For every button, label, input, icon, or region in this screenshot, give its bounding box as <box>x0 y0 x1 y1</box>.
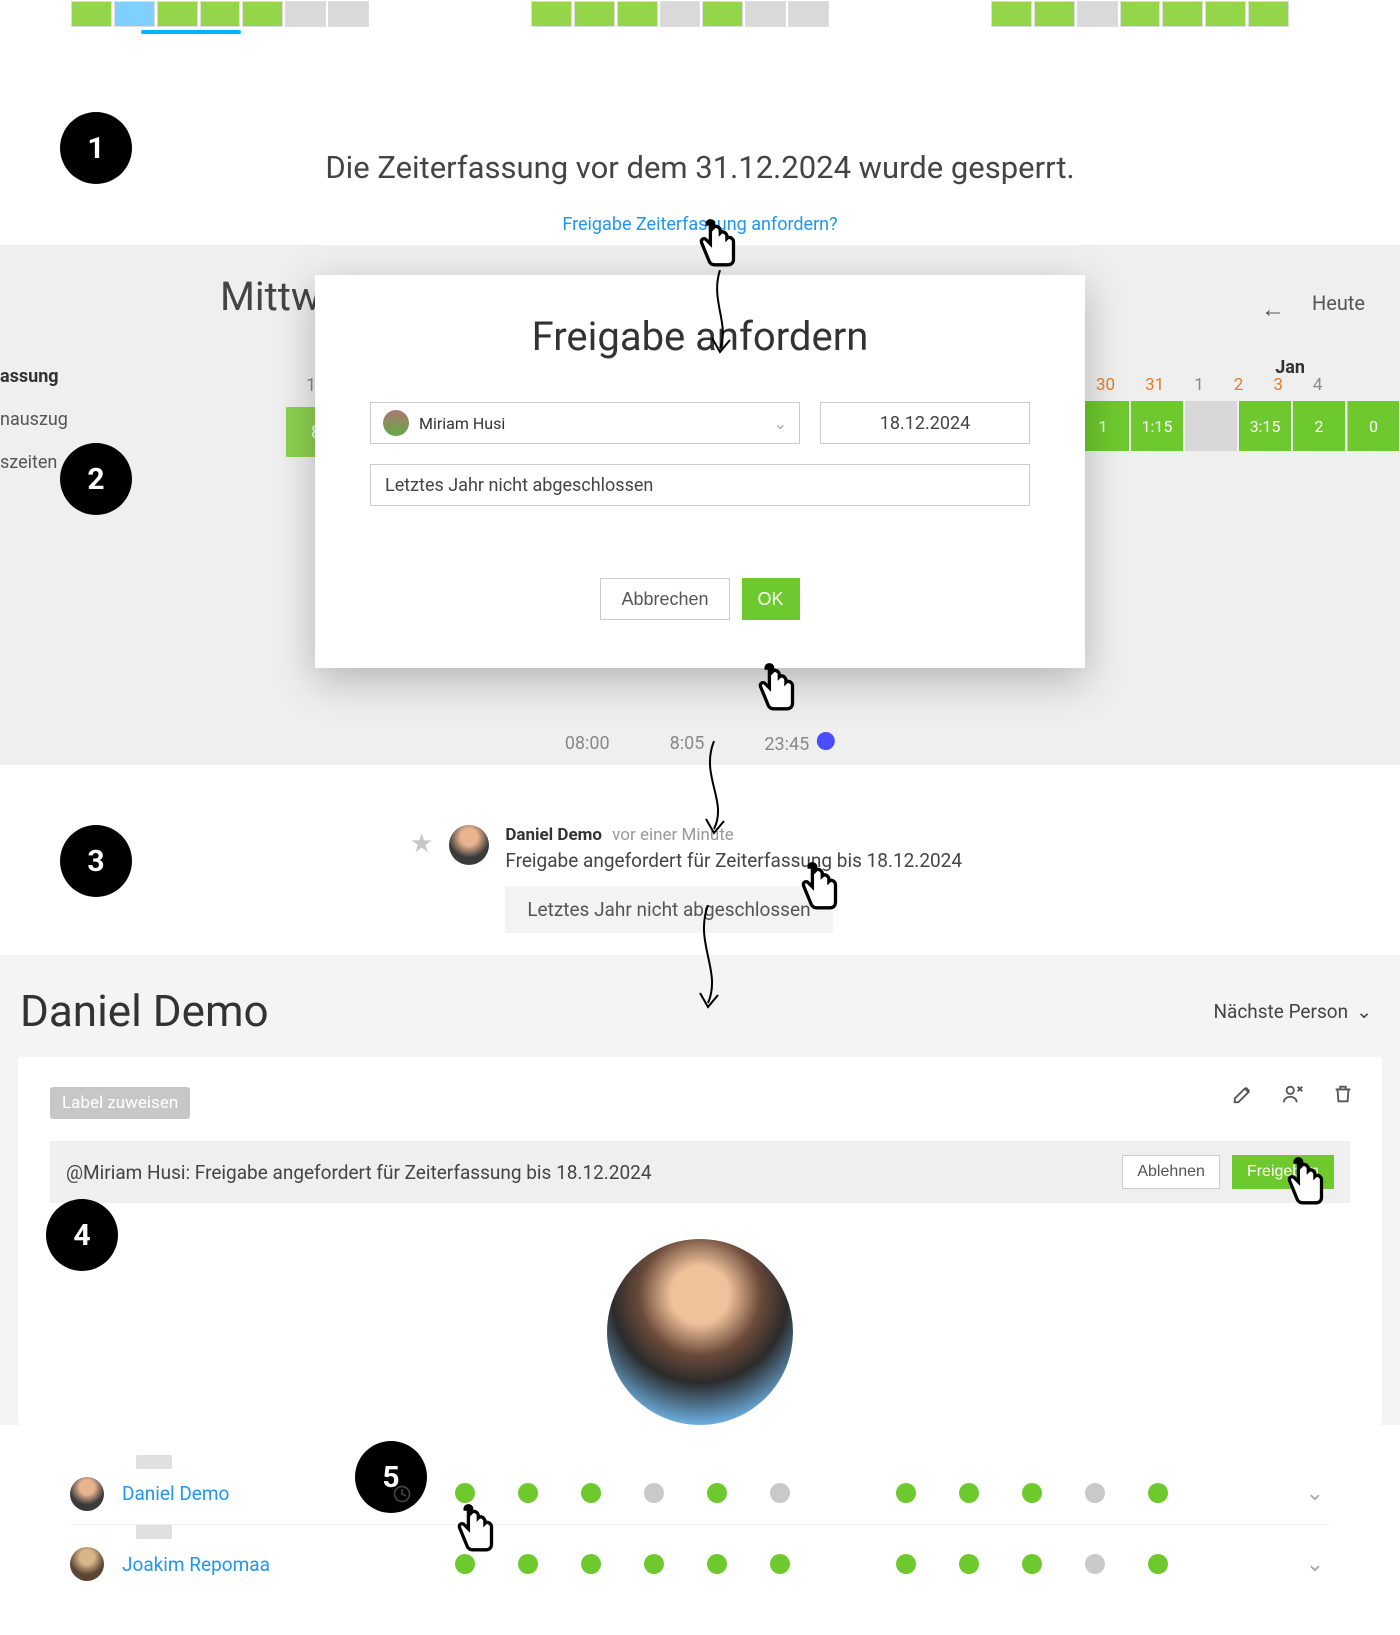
message-card: ★ Daniel Demo vor einer Minute Freigabe … <box>410 825 1400 933</box>
month-label: Jan <box>1275 357 1305 378</box>
message-text: Freigabe angefordert für Zeiterfassung b… <box>505 849 962 872</box>
top-mini-calendars <box>0 0 1400 34</box>
sidebar-item[interactable]: assung <box>0 355 68 398</box>
expand-row-icon[interactable]: ⌄ <box>1300 1552 1330 1577</box>
avatar <box>449 825 489 865</box>
next-person-button[interactable]: Nächste Person ⌄ <box>1213 1000 1372 1023</box>
day-cell[interactable]: 2 <box>1293 401 1345 451</box>
reason-input[interactable]: Letztes Jahr nicht abgeschlossen <box>370 464 1030 506</box>
day-cell[interactable]: 0 <box>1347 401 1399 451</box>
day-cell[interactable] <box>1185 401 1237 451</box>
sidebar-item[interactable]: szeiten <box>0 441 68 484</box>
avatar <box>383 410 409 436</box>
sidebar-nav: assung nauszug szeiten <box>0 355 68 485</box>
delete-icon[interactable] <box>1332 1083 1354 1109</box>
ok-button[interactable]: OK <box>742 578 800 620</box>
day-cell[interactable]: 1:15 <box>1131 401 1183 451</box>
reject-button[interactable]: Ablehnen <box>1122 1155 1220 1189</box>
person-title: Daniel Demo <box>20 985 269 1037</box>
expand-row-icon[interactable]: ⌄ <box>1300 1481 1330 1506</box>
attendance-dots <box>342 1554 1300 1574</box>
recipient-name: Miriam Husi <box>419 414 505 433</box>
assign-label-button[interactable]: Label zuweisen <box>50 1087 190 1119</box>
step-badge-2: 2 <box>60 443 132 515</box>
approve-button[interactable]: Freigeben <box>1232 1155 1334 1189</box>
request-unlock-link[interactable]: Freigabe Zeiterfassung anfordern? <box>562 214 837 235</box>
person-link[interactable]: Joakim Repomaa <box>122 1553 342 1576</box>
avatar <box>70 1547 104 1581</box>
chevron-down-icon: ⌄ <box>774 414 787 433</box>
step-badge-4: 4 <box>46 1199 118 1271</box>
avatar <box>70 1477 104 1511</box>
day-cell[interactable]: 3:15 <box>1239 401 1291 451</box>
request-bar: @Miriam Husi: Freigabe angefordert für Z… <box>50 1141 1350 1203</box>
message-author: Daniel Demo <box>505 825 602 845</box>
recipient-select[interactable]: Miriam Husi ⌄ <box>370 402 800 444</box>
arrow-icon <box>688 905 728 1015</box>
step-badge-5: 5 <box>355 1441 427 1513</box>
step-badge-1: 1 <box>60 112 132 184</box>
person-card: Label zuweisen @Miriam Husi: Freigabe an… <box>18 1057 1382 1425</box>
attendance-row[interactable]: Daniel Demo ⌄ <box>70 1463 1330 1525</box>
sidebar-item[interactable]: nauszug <box>0 398 68 441</box>
attendance-row[interactable]: Joakim Repomaa ⌄ <box>70 1533 1330 1595</box>
attendance-dots <box>342 1483 1300 1505</box>
step-badge-3: 3 <box>60 825 132 897</box>
person-link[interactable]: Daniel Demo <box>122 1482 342 1505</box>
arrow-icon <box>700 270 740 360</box>
request-bar-text: @Miriam Husi: Freigabe angefordert für Z… <box>66 1161 1110 1184</box>
alert-dot-icon <box>817 732 835 750</box>
edit-icon[interactable] <box>1232 1083 1254 1109</box>
avatar <box>607 1239 793 1425</box>
day-labels: 30 31 1 2 3 4 <box>1076 365 1400 395</box>
locked-message: Die Zeiterfassung vor dem 31.12.2024 wur… <box>0 149 1400 186</box>
today-button[interactable]: Heute <box>1312 291 1365 315</box>
cursor-icon <box>754 661 798 717</box>
date-input[interactable]: 18.12.2024 <box>820 402 1030 444</box>
clock-icon[interactable] <box>392 1483 412 1505</box>
back-arrow-icon[interactable]: ← <box>1261 295 1285 324</box>
remove-user-icon[interactable] <box>1282 1083 1304 1109</box>
cancel-button[interactable]: Abbrechen <box>600 578 729 620</box>
message-reason: Letztes Jahr nicht abgeschlossen <box>505 886 832 933</box>
arrow-icon <box>694 741 734 841</box>
chevron-down-icon: ⌄ <box>1356 1000 1372 1023</box>
star-icon[interactable]: ★ <box>410 829 433 859</box>
